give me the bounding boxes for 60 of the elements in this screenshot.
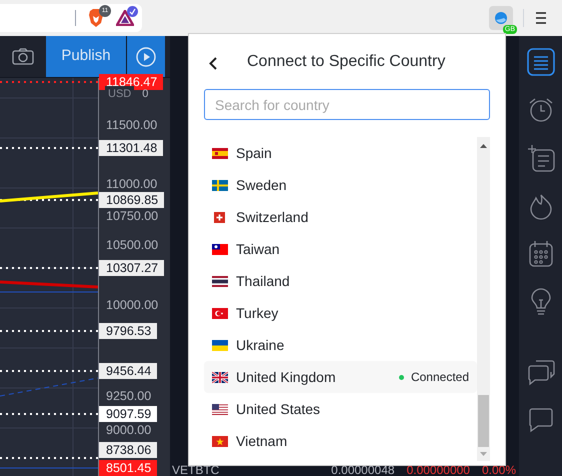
country-item[interactable]: Sweden (204, 169, 477, 201)
flag-icon (212, 148, 228, 158)
symbol-text: VETBTC (172, 464, 220, 476)
price-marker: 9796.53 (99, 323, 158, 339)
check-badge-icon (127, 6, 138, 17)
country-item[interactable]: Taiwan (204, 233, 477, 265)
country-item[interactable]: Turkey (204, 297, 477, 329)
publish-button[interactable]: Publish (46, 36, 127, 77)
calendar-icon[interactable] (526, 240, 554, 268)
country-item[interactable]: Spain (204, 137, 477, 169)
flag-icon (212, 276, 228, 286)
flag-icon (212, 180, 228, 190)
price-tick-label: 11000.00 (105, 176, 158, 192)
flag-icon (212, 308, 228, 318)
play-circle-icon (136, 46, 156, 66)
back-icon[interactable] (209, 57, 217, 70)
price-marker: 8738.06 (99, 442, 158, 458)
change-text: 0.00000000 (406, 464, 470, 476)
flag-icon (212, 372, 228, 382)
camera-icon (12, 48, 34, 65)
country-item[interactable]: Vietnam (204, 425, 477, 457)
add-list-icon[interactable] (526, 144, 554, 172)
menu-icon[interactable] (536, 12, 546, 24)
chat-icon[interactable] (526, 406, 554, 434)
price-tick-label: 9000.00 (105, 422, 152, 438)
country-item[interactable]: Switzerland (204, 201, 477, 233)
status-text: Connected (410, 369, 469, 386)
alert-price-marker: 8501.45 (99, 460, 158, 476)
price-tick-label: 10750.00 (105, 208, 158, 224)
scroll-up-icon[interactable] (480, 144, 487, 148)
price-marker: 9456.44 (99, 363, 158, 379)
scrollbar[interactable] (477, 137, 490, 461)
country-item[interactable]: United States (204, 393, 477, 425)
country-item[interactable]: Ukraine (204, 329, 477, 361)
alert-price-marker: 11846.47 (99, 74, 164, 90)
flag-icon (212, 340, 228, 350)
price-marker: 10307.27 (99, 260, 164, 276)
flag-icon (212, 244, 228, 254)
triangle-logo-icon[interactable] (116, 10, 134, 26)
play-button[interactable] (127, 36, 165, 77)
country-item[interactable]: United Kingdom Connected (204, 361, 477, 393)
price-tick-label: 9250.00 (105, 388, 152, 404)
flag-icon (212, 212, 228, 222)
price-tick-label: 11500.00 (105, 117, 158, 133)
search-field[interactable]: Search for country (204, 89, 490, 120)
price-tick-label: 10000.00 (105, 297, 158, 313)
price-marker: 9097.59 (99, 406, 158, 422)
price-tick-label: 10500.00 (105, 237, 158, 253)
flag-icon (212, 436, 228, 446)
flag-icon (212, 404, 228, 414)
change-percent-text: 0.00% (482, 464, 516, 476)
popup-title: Connect to Specific Country (247, 52, 446, 72)
list-icon[interactable] (526, 48, 554, 76)
price-marker: 11301.48 (99, 140, 164, 156)
country-item[interactable]: Thailand (204, 265, 477, 297)
price-text: 0.00000048 (331, 464, 395, 476)
globe-icon (494, 11, 508, 25)
scrollbar-thumb[interactable] (478, 395, 489, 447)
price-marker: 10869.85 (99, 192, 164, 208)
chat-bubbles-icon[interactable] (526, 358, 554, 386)
